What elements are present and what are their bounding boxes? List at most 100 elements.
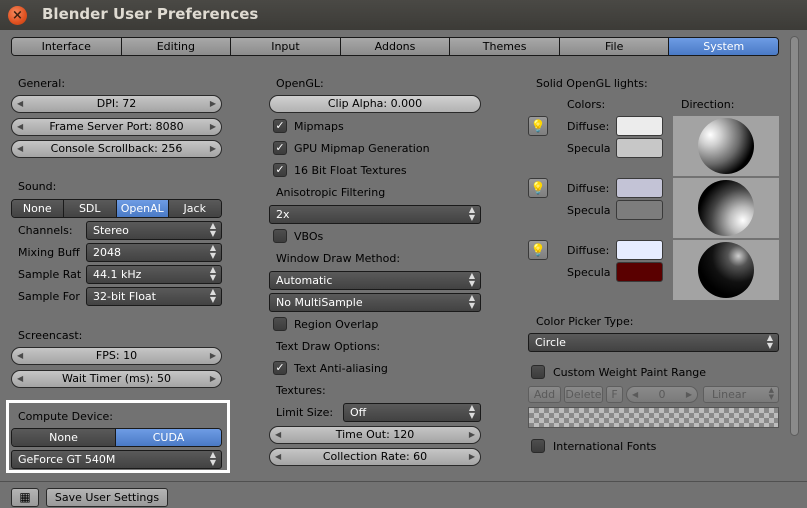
light-2-toggle-lamp-icon[interactable]: 💡 [528, 178, 548, 198]
light-2-direction-widget[interactable] [673, 178, 779, 238]
audio-device-openal[interactable]: OpenAL [117, 200, 169, 217]
collection-rate-field[interactable]: ◀ Collection Rate: 60 ▶ [269, 448, 481, 466]
audio-device-jack[interactable]: Jack [168, 200, 221, 217]
wait-timer-field[interactable]: ◀ Wait Timer (ms): 50 ▶ [11, 370, 222, 388]
limit-size-value: Off [350, 406, 367, 419]
title-bar: × Blender User Preferences [0, 0, 807, 30]
light-2-direction-sphere [698, 180, 754, 236]
decrement-arrow-icon[interactable]: ◀ [632, 387, 638, 402]
increment-arrow-icon[interactable]: ▶ [469, 449, 475, 465]
decrement-arrow-icon[interactable]: ◀ [17, 348, 23, 364]
tab-editing[interactable]: Editing [121, 38, 232, 55]
light-1-diffuse-color[interactable] [616, 116, 663, 136]
fps-field[interactable]: ◀ FPS: 10 ▶ [11, 347, 222, 365]
sample-rate-dropdown[interactable]: 44.1 kHz ▲ ▼ [86, 265, 222, 284]
add-color-stop-button[interactable]: Add [528, 386, 561, 403]
time-out-field[interactable]: ◀ Time Out: 120 ▶ [269, 426, 481, 444]
light-1-specular-color[interactable] [616, 138, 663, 158]
frame-server-port-field[interactable]: ◀ Frame Server Port: 8080 ▶ [11, 118, 222, 136]
vbos-checkbox[interactable] [273, 229, 287, 243]
international-fonts-label: International Fonts [553, 440, 657, 453]
delete-color-stop-button[interactable]: Delete [564, 386, 603, 403]
increment-arrow-icon[interactable]: ▶ [210, 348, 216, 364]
dpi-value: DPI: 72 [96, 97, 137, 110]
audio-device-sdl[interactable]: SDL [63, 200, 117, 217]
channels-label: Channels: [18, 224, 73, 237]
close-icon[interactable]: × [8, 6, 27, 25]
light-2-diffuse-color[interactable] [616, 178, 663, 198]
decrement-arrow-icon[interactable]: ◀ [275, 449, 281, 465]
anisotropic-filtering-dropdown[interactable]: 2x ▲ ▼ [269, 205, 481, 224]
decrement-arrow-icon[interactable]: ◀ [17, 141, 23, 157]
editor-type-menu-icon[interactable]: ▦ [11, 488, 39, 507]
light-3-diffuse-color[interactable] [616, 240, 663, 260]
console-scrollback-value: Console Scrollback: 256 [50, 142, 183, 155]
interpolation-value: Linear [712, 388, 747, 401]
light-1-toggle-lamp-icon[interactable]: 💡 [528, 116, 548, 136]
channels-dropdown[interactable]: Stereo ▲ ▼ [86, 221, 222, 240]
custom-weight-paint-checkbox[interactable] [531, 365, 545, 379]
scrollbar-thumb[interactable] [790, 36, 799, 436]
flip-color-ramp-button[interactable]: F [606, 386, 623, 403]
footer-bar: ▦ Save User Settings [0, 481, 807, 508]
color-picker-type-dropdown[interactable]: Circle ▲ ▼ [528, 333, 779, 352]
direction-label: Direction: [681, 98, 735, 111]
tab-themes[interactable]: Themes [450, 38, 560, 55]
interpolation-dropdown[interactable]: Linear ▲ ▼ [703, 386, 779, 403]
tab-file[interactable]: File [559, 38, 670, 55]
compute-device-cuda[interactable]: CUDA [116, 429, 221, 446]
custom-weight-paint-label: Custom Weight Paint Range [553, 366, 707, 379]
color-picker-type-value: Circle [535, 336, 566, 349]
clip-alpha-slider[interactable]: Clip Alpha: 0.000 [269, 95, 481, 113]
save-user-settings-button[interactable]: Save User Settings [46, 488, 168, 507]
colors-label: Colors: [567, 98, 606, 111]
increment-arrow-icon[interactable]: ▶ [210, 119, 216, 135]
mipmaps-checkbox[interactable]: ✓ [273, 119, 287, 133]
gpu-mipmap-checkbox[interactable]: ✓ [273, 141, 287, 155]
scrollbar[interactable] [786, 30, 807, 481]
increment-arrow-icon[interactable]: ▶ [210, 141, 216, 157]
international-fonts-checkbox[interactable] [531, 439, 545, 453]
gpu-device-dropdown[interactable]: GeForce GT 540M ▲ ▼ [11, 450, 222, 469]
sample-format-value: 32-bit Float [93, 290, 156, 303]
decrement-arrow-icon[interactable]: ◀ [17, 119, 23, 135]
color-picker-type-label: Color Picker Type: [536, 315, 634, 328]
increment-arrow-icon[interactable]: ▶ [210, 96, 216, 112]
light-3-specular-color[interactable] [616, 262, 663, 282]
light-1-direction-widget[interactable] [673, 116, 779, 176]
tab-system[interactable]: System [669, 38, 778, 55]
color-ramp-preview[interactable] [528, 407, 779, 428]
region-overlap-checkbox[interactable] [273, 317, 287, 331]
dpi-field[interactable]: ◀ DPI: 72 ▶ [11, 95, 222, 113]
light-3-toggle-lamp-icon[interactable]: 💡 [528, 240, 548, 260]
fps-value: FPS: 10 [95, 349, 138, 362]
window-title: Blender User Preferences [42, 5, 259, 23]
increment-arrow-icon[interactable]: ▶ [686, 387, 692, 402]
screencast-header: Screencast: [18, 329, 83, 342]
region-overlap-label: Region Overlap [294, 318, 379, 331]
audio-device-none[interactable]: None [12, 200, 64, 217]
light-3-direction-widget[interactable] [673, 240, 779, 300]
decrement-arrow-icon[interactable]: ◀ [275, 427, 281, 443]
text-antialiasing-checkbox[interactable]: ✓ [273, 361, 287, 375]
tab-interface[interactable]: Interface [12, 38, 122, 55]
decrement-arrow-icon[interactable]: ◀ [17, 96, 23, 112]
increment-arrow-icon[interactable]: ▶ [210, 371, 216, 387]
compute-device-none[interactable]: None [12, 429, 117, 446]
increment-arrow-icon[interactable]: ▶ [469, 427, 475, 443]
decrement-arrow-icon[interactable]: ◀ [17, 371, 23, 387]
light-3-direction-sphere [698, 242, 754, 298]
float-textures-checkbox[interactable]: ✓ [273, 163, 287, 177]
sample-format-dropdown[interactable]: 32-bit Float ▲ ▼ [86, 287, 222, 306]
active-color-stop-field[interactable]: ◀ 0 ▶ [626, 386, 698, 403]
window-draw-method-dropdown[interactable]: Automatic ▲ ▼ [269, 271, 481, 290]
multisample-dropdown[interactable]: No MultiSample ▲ ▼ [269, 293, 481, 312]
tab-input[interactable]: Input [231, 38, 341, 55]
tab-addons[interactable]: Addons [340, 38, 451, 55]
collection-rate-value: Collection Rate: 60 [322, 450, 428, 463]
limit-size-dropdown[interactable]: Off ▲ ▼ [343, 403, 481, 422]
console-scrollback-field[interactable]: ◀ Console Scrollback: 256 ▶ [11, 140, 222, 158]
compute-device-header: Compute Device: [18, 410, 113, 423]
mixing-buffer-dropdown[interactable]: 2048 ▲ ▼ [86, 243, 222, 262]
light-2-specular-color[interactable] [616, 200, 663, 220]
